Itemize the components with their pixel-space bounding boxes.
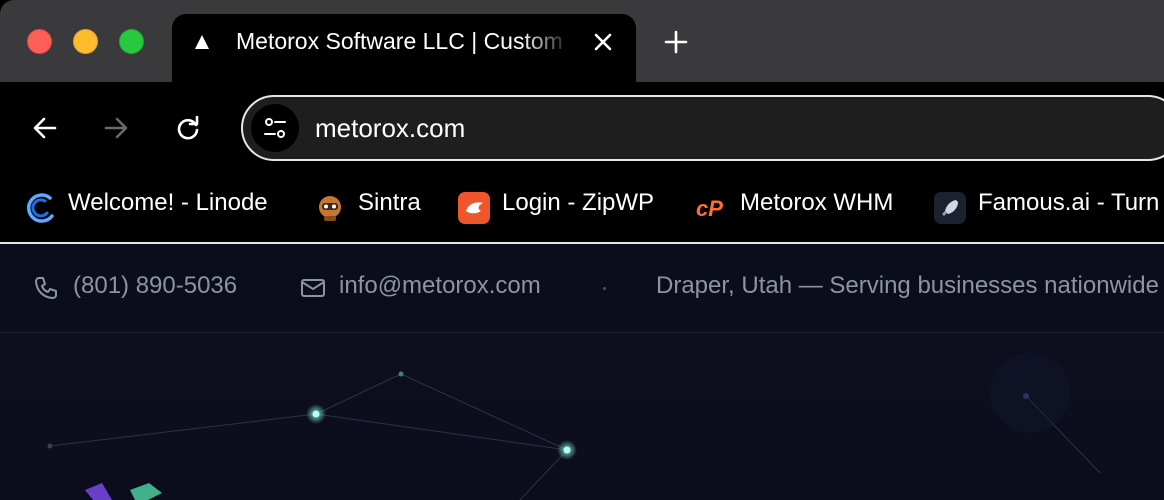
reload-icon[interactable] — [174, 114, 202, 142]
close-window-button[interactable] — [27, 29, 52, 54]
famous-rocket-icon — [934, 192, 966, 224]
new-tab-plus-icon[interactable] — [664, 30, 688, 54]
phone-link[interactable]: (801) 890-5036 — [73, 272, 237, 300]
address-bar[interactable]: metorox.com — [241, 95, 1164, 161]
browser-toolbar: metorox.com — [0, 82, 1164, 174]
tab-title: Metorox Software LLC | Custom Software D… — [236, 28, 572, 54]
sintra-icon — [319, 196, 341, 221]
separator-dot — [603, 287, 606, 290]
tab-strip: Metorox Software LLC | Custom Software D… — [0, 0, 1164, 84]
maximize-window-button[interactable] — [119, 29, 144, 54]
page-viewport: (801) 890-5036 info@metorox.com Draper, … — [0, 244, 1164, 500]
svg-text:cP: cP — [696, 196, 723, 221]
hero-section — [0, 333, 1164, 500]
location-text: Draper, Utah — Serving businesses nation… — [656, 272, 1159, 299]
network-background-graphic — [47, 353, 1101, 500]
triangle-icon — [195, 35, 209, 49]
forward-arrow-icon[interactable] — [102, 114, 130, 142]
bookmarks-bar: Welcome! - Linode Sintra Login - ZipWP c… — [0, 174, 1164, 244]
zipwp-icon — [458, 192, 490, 224]
site-settings-button[interactable] — [251, 104, 299, 152]
back-arrow-icon[interactable] — [31, 114, 59, 142]
url-text[interactable]: metorox.com — [315, 113, 465, 144]
minimize-window-button[interactable] — [73, 29, 98, 54]
linode-icon — [26, 193, 54, 223]
tune-settings-icon — [264, 118, 286, 138]
site-topbar: (801) 890-5036 info@metorox.com Draper, … — [0, 244, 1164, 333]
phone-icon — [35, 277, 57, 299]
cpanel-icon: cP — [696, 196, 723, 221]
close-tab-icon[interactable] — [591, 30, 615, 54]
email-link[interactable]: info@metorox.com — [339, 272, 541, 300]
mail-icon — [301, 279, 325, 297]
active-tab[interactable]: Metorox Software LLC | Custom Software D… — [172, 14, 636, 84]
